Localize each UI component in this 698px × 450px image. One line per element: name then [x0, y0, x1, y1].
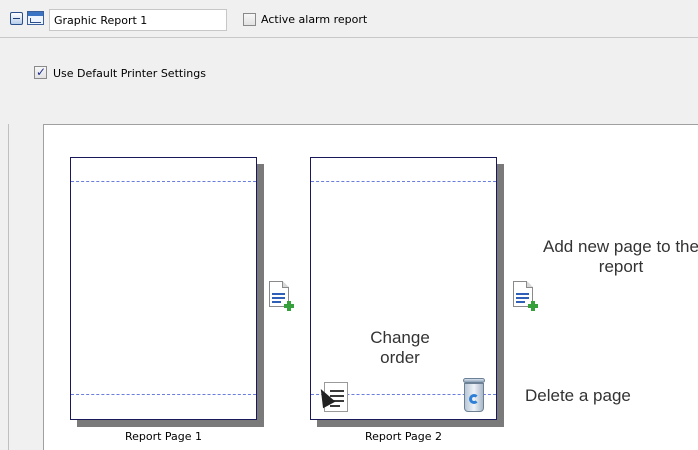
delete-page-hint: Delete a page [525, 386, 631, 405]
add-page-icon[interactable] [513, 281, 538, 311]
left-divider [0, 124, 9, 450]
top-margin-line [71, 181, 256, 182]
toolbar-divider [0, 37, 698, 38]
graphic-report-icon [27, 11, 44, 25]
add-page-hint: Add new page to the report [543, 237, 698, 276]
active-alarm-label: Active alarm report [261, 13, 368, 26]
use-default-printer-checkbox[interactable] [34, 65, 47, 79]
top-margin-line [311, 181, 496, 182]
report-name-input[interactable] [49, 9, 227, 31]
add-page-icon[interactable] [269, 281, 294, 311]
page-caption: Report Page 2 [364, 430, 443, 443]
use-default-printer-label: Use Default Printer Settings [53, 67, 206, 80]
report-page-1[interactable] [70, 157, 257, 420]
collapse-icon[interactable] [10, 12, 23, 25]
change-order-hint: Change order [370, 328, 430, 367]
page-caption: Report Page 1 [124, 430, 203, 443]
drag-page-icon[interactable] [314, 380, 354, 416]
report-toolbar: Active alarm report [0, 0, 698, 40]
recycle-bin-icon[interactable] [461, 378, 489, 414]
bottom-margin-line [71, 394, 256, 395]
active-alarm-checkbox[interactable] [243, 13, 256, 26]
